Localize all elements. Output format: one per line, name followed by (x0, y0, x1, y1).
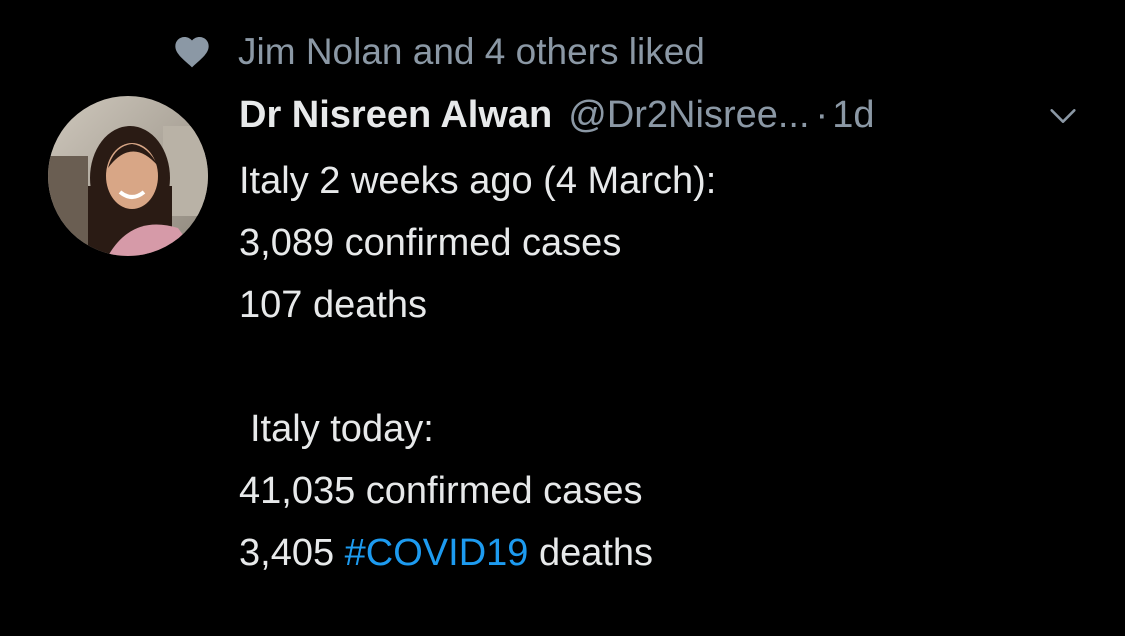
tweet-text: Italy 2 weeks ago (4 March): 3,089 confi… (239, 150, 1099, 584)
author-handle[interactable]: @Dr2Nisree... (568, 94, 809, 137)
social-context-text: Jim Nolan and 4 others liked (238, 31, 705, 72)
tweet-last-prefix: 3,405 (239, 532, 335, 574)
tweet-line: 107 deaths (239, 284, 428, 326)
hashtag-link[interactable]: #COVID19 (345, 532, 529, 574)
tweet-line: 3,089 confirmed cases (239, 222, 622, 264)
tweet-line-last: 3,405 #COVID19 deaths (239, 522, 1099, 584)
tweet-line: Italy today: (250, 408, 434, 450)
avatar[interactable] (48, 96, 208, 256)
tweet-header: Dr Nisreen Alwan @Dr2Nisree... · 1d (239, 86, 874, 144)
tweet-line: 41,035 confirmed cases (239, 470, 643, 512)
tweet-timestamp[interactable]: 1d (832, 94, 874, 137)
heart-icon (172, 32, 212, 72)
author-display-name[interactable]: Dr Nisreen Alwan (239, 94, 552, 137)
header-separator: · (815, 93, 829, 136)
social-context[interactable]: Jim Nolan and 4 others liked (172, 26, 705, 78)
chevron-down-icon[interactable] (1046, 99, 1080, 133)
tweet-last-suffix: deaths (538, 532, 654, 574)
tweet-line: Italy 2 weeks ago (4 March): (239, 160, 717, 202)
